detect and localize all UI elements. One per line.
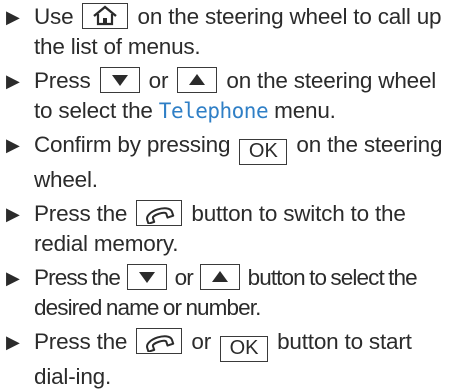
- step-1-before: Use: [34, 4, 74, 29]
- telephone-menu-name: Telephone: [158, 99, 269, 123]
- ok-key: OK: [220, 336, 269, 362]
- phone-key: [136, 200, 183, 226]
- step-2-middle: or: [148, 68, 169, 93]
- home-key: [82, 3, 129, 29]
- down-arrow-icon: [139, 272, 156, 283]
- phone-key: [136, 328, 183, 354]
- up-arrow-icon: [212, 271, 229, 282]
- step-6-before: Press the: [34, 329, 128, 354]
- bullet-icon: ▶: [6, 332, 20, 352]
- bullet-icon: ▶: [6, 71, 20, 91]
- phone-icon: [146, 335, 175, 352]
- step-3: ▶ Confirm by pressing OK on the steering…: [4, 130, 455, 195]
- step-3-before: Confirm by pressing: [34, 132, 231, 157]
- step-2: ▶ Press or on the steering wheel to sele…: [4, 66, 455, 126]
- phone-icon: [146, 207, 175, 224]
- step-6: ▶ Press the or OK button to start dial-i…: [4, 327, 455, 392]
- up-key: [177, 67, 218, 93]
- step-6-middle: or: [191, 329, 211, 354]
- up-arrow-icon: [189, 74, 206, 85]
- step-5-middle: or: [174, 265, 194, 290]
- ok-key: OK: [239, 139, 288, 165]
- up-key: [200, 264, 241, 290]
- bullet-icon: ▶: [6, 7, 20, 27]
- bullet-icon: ▶: [6, 135, 20, 155]
- step-4: ▶ Press the button to switch to the redi…: [4, 199, 455, 259]
- home-icon: [93, 5, 118, 26]
- instruction-page: ▶ Use on the steering wheel to call up t…: [0, 0, 463, 389]
- step-1: ▶ Use on the steering wheel to call up t…: [4, 2, 455, 62]
- bullet-icon: ▶: [6, 268, 20, 288]
- step-2-end: menu.: [274, 98, 336, 123]
- bullet-icon: ▶: [6, 204, 20, 224]
- step-5-before: Press the: [34, 265, 121, 290]
- down-key: [99, 67, 140, 93]
- step-5: ▶ Press the or button to select the desi…: [4, 263, 455, 323]
- down-key: [127, 264, 168, 290]
- step-4-before: Press the: [34, 201, 128, 226]
- down-arrow-icon: [111, 75, 128, 86]
- step-2-before: Press: [34, 68, 91, 93]
